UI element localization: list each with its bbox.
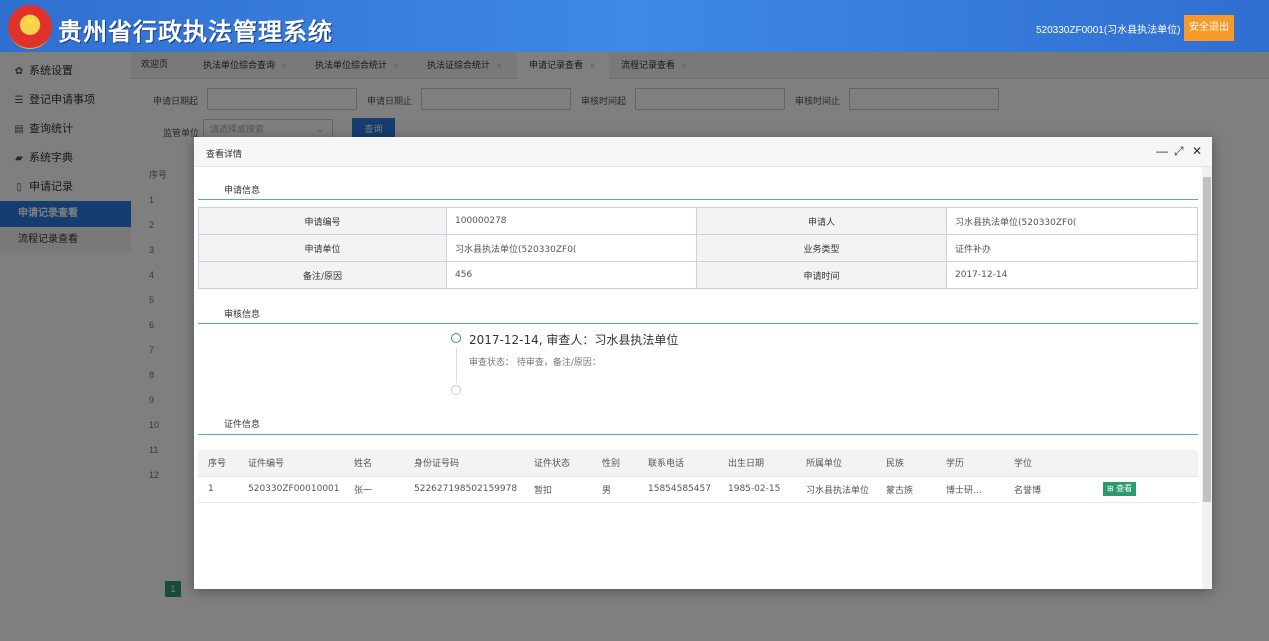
app-title: 贵州省行政执法管理系统 (58, 18, 333, 46)
timeline-node-icon (451, 333, 461, 343)
close-icon[interactable]: ✕ (1192, 144, 1202, 158)
table-row: 备注/原因 456 申请时间 2017-12-14 (198, 261, 1198, 289)
scrollbar-thumb[interactable] (1203, 177, 1211, 502)
biz-type-value: 证件补办 (946, 234, 1198, 262)
timeline-line (456, 347, 457, 383)
cell-name: 张一 (344, 476, 404, 503)
cert-section-title: 证件信息 (224, 420, 261, 430)
cell-gender: 男 (592, 476, 638, 503)
cell-seq: 1 (198, 476, 238, 503)
apply-section-title: 申请信息 (224, 186, 261, 196)
table-row: 申请单位 习水县执法单位(520330ZF0( 业务类型 证件补办 (198, 234, 1198, 262)
apply-unit-value: 习水县执法单位(520330ZF0( (446, 234, 697, 262)
section-divider (198, 434, 1198, 435)
cell-cert-no: 520330ZF00010001 (238, 476, 344, 503)
view-icon: ⊞ (1106, 484, 1117, 493)
minimize-icon[interactable]: — (1156, 144, 1168, 158)
col-header: 身份证号码 (404, 450, 524, 477)
cell-ethnic: 蒙古族 (876, 476, 936, 503)
col-header: 证件编号 (238, 450, 344, 477)
apply-no-value: 100000278 (446, 207, 697, 235)
timeline-title: 2017-12-14, 审查人：习水县执法单位 (469, 333, 679, 347)
cell-status: 暂扣 (524, 476, 592, 503)
view-button-label: 查看 (1116, 484, 1133, 493)
modal-title: 查看详情 (206, 150, 243, 160)
modal-scrollbar[interactable] (1202, 167, 1212, 589)
timeline-detail: 审查状态： 待审查，备注/原因： (469, 358, 601, 368)
col-header (1041, 450, 1198, 477)
remark-value: 456 (446, 261, 697, 289)
logout-button[interactable]: 安全退出 (1184, 15, 1234, 41)
cell-education: 博士研… (936, 476, 1004, 503)
modal-header: 查看详情 — ⤢ ✕ (194, 137, 1212, 167)
timeline-node-icon (451, 385, 461, 395)
apply-no-label: 申请编号 (198, 207, 447, 235)
apply-info-table: 申请编号 100000278 申请人 习水县执法单位(520330ZF0( 申请… (198, 207, 1198, 289)
view-button[interactable]: ⊞ 查看 (1102, 482, 1137, 496)
cell-unit: 习水县执法单位 (796, 476, 876, 503)
col-header: 出生日期 (718, 450, 796, 477)
maximize-icon[interactable]: ⤢ (1174, 144, 1184, 158)
col-header: 证件状态 (524, 450, 592, 477)
apply-unit-label: 申请单位 (198, 234, 447, 262)
col-header: 序号 (198, 450, 238, 477)
section-divider (198, 323, 1198, 324)
col-header: 性别 (592, 450, 638, 477)
col-header: 学历 (936, 450, 1004, 477)
app-header: ★ 贵州省行政执法管理系统 520330ZF0001(习水县执法单位) 安全退出 (0, 0, 1269, 52)
cell-id-no: 522627198502159978 (404, 476, 524, 503)
cert-table: 序号 证件编号 姓名 身份证号码 证件状态 性别 联系电话 出生日期 所属单位 … (198, 450, 1198, 503)
col-header: 所属单位 (796, 450, 876, 477)
user-info: 520330ZF0001(习水县执法单位) (1036, 25, 1181, 36)
applicant-value: 习水县执法单位(520330ZF0( (946, 207, 1198, 235)
review-section-title: 审核信息 (224, 310, 261, 320)
star-icon: ★ (25, 16, 35, 28)
modal-body: 申请信息 申请编号 100000278 申请人 习水县执法单位(520330ZF… (194, 167, 1202, 589)
table-row: 1 520330ZF00010001 张一 522627198502159978… (198, 476, 1198, 503)
apply-time-label: 申请时间 (696, 261, 947, 289)
applicant-label: 申请人 (696, 207, 947, 235)
cell-phone: 15854585457 (638, 476, 718, 503)
col-header: 民族 (876, 450, 936, 477)
col-header: 学位 (1004, 450, 1042, 477)
cell-birth: 1985-02-15 (718, 476, 796, 503)
biz-type-label: 业务类型 (696, 234, 947, 262)
table-row: 申请编号 100000278 申请人 习水县执法单位(520330ZF0( (198, 207, 1198, 235)
table-header-row: 序号 证件编号 姓名 身份证号码 证件状态 性别 联系电话 出生日期 所属单位 … (198, 450, 1198, 477)
apply-time-value: 2017-12-14 (946, 261, 1198, 289)
detail-modal: 查看详情 — ⤢ ✕ 申请信息 申请编号 100000278 申请人 习水县执法… (194, 137, 1212, 589)
col-header: 姓名 (344, 450, 404, 477)
section-divider (198, 199, 1198, 200)
cell-degree: 名誉博 (1004, 476, 1042, 503)
cell-action: ⊞ 查看 (1041, 476, 1198, 503)
national-emblem-logo: ★ (8, 5, 52, 49)
col-header: 联系电话 (638, 450, 718, 477)
remark-label: 备注/原因 (198, 261, 447, 289)
